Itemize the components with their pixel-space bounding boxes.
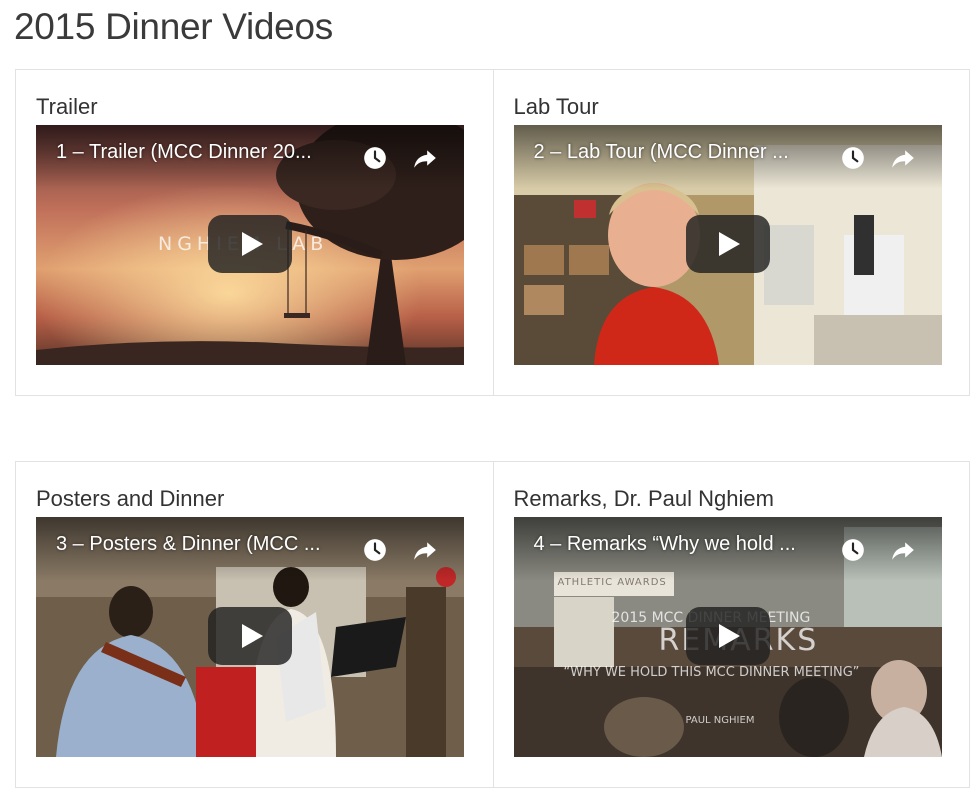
clock-icon[interactable]	[362, 537, 388, 563]
clock-icon[interactable]	[362, 145, 388, 171]
page-title: 2015 Dinner Videos	[14, 6, 333, 47]
video-card-remarks: Remarks, Dr. Paul Nghiem ATHLETIC AWARDS	[492, 462, 970, 787]
video-section-title: Lab Tour	[513, 94, 599, 119]
video-player-title[interactable]: 2 – Lab Tour (MCC Dinner ...	[534, 141, 824, 164]
video-grid-row-1: Trailer LAB 1 – Trailer (MCC Dinner 20..…	[15, 69, 970, 396]
share-icon[interactable]	[412, 145, 438, 171]
video-player-lab-tour[interactable]: 2 – Lab Tour (MCC Dinner ...	[513, 125, 942, 365]
video-card-trailer: Trailer LAB 1 – Trailer (MCC Dinner 20..…	[16, 70, 493, 395]
video-section-title: Remarks, Dr. Paul Nghiem	[513, 486, 774, 511]
video-card-posters-dinner: Posters and Dinner 3 – Posters & Dinner …	[16, 462, 493, 787]
video-grid-row-2: Posters and Dinner 3 – Posters & Dinner …	[15, 461, 970, 788]
share-icon[interactable]	[890, 145, 916, 171]
play-icon[interactable]	[208, 607, 292, 665]
play-icon[interactable]	[685, 607, 770, 665]
share-icon[interactable]	[890, 537, 916, 563]
video-player-trailer[interactable]: NGHIEM LAB 1 – Trailer (MCC Dinner 20...	[36, 125, 464, 365]
video-card-lab-tour: Lab Tour 2 – Lab Tour (MCC Dinner ...	[492, 70, 970, 395]
play-icon[interactable]	[208, 215, 292, 273]
thumbnail-overlay-line-3: “WHY WE HOLD THIS MCC DINNER MEETING”	[563, 665, 860, 680]
video-player-remarks[interactable]: ATHLETIC AWARDS 2015 MCC DINNER MEETING …	[513, 517, 942, 757]
video-player-title[interactable]: 4 – Remarks “Why we hold ...	[534, 533, 824, 556]
video-player-title[interactable]: 3 – Posters & Dinner (MCC ...	[56, 533, 346, 556]
thumbnail-overlay-line-4: PAUL NGHIEM	[685, 715, 755, 726]
video-section-title: Trailer	[36, 94, 98, 119]
share-icon[interactable]	[412, 537, 438, 563]
video-section-title: Posters and Dinner	[36, 486, 225, 511]
video-player-posters-dinner[interactable]: 3 – Posters & Dinner (MCC ...	[36, 517, 464, 757]
play-icon[interactable]	[685, 215, 770, 273]
video-player-title[interactable]: 1 – Trailer (MCC Dinner 20...	[56, 141, 346, 164]
clock-icon[interactable]	[840, 145, 866, 171]
clock-icon[interactable]	[840, 537, 866, 563]
